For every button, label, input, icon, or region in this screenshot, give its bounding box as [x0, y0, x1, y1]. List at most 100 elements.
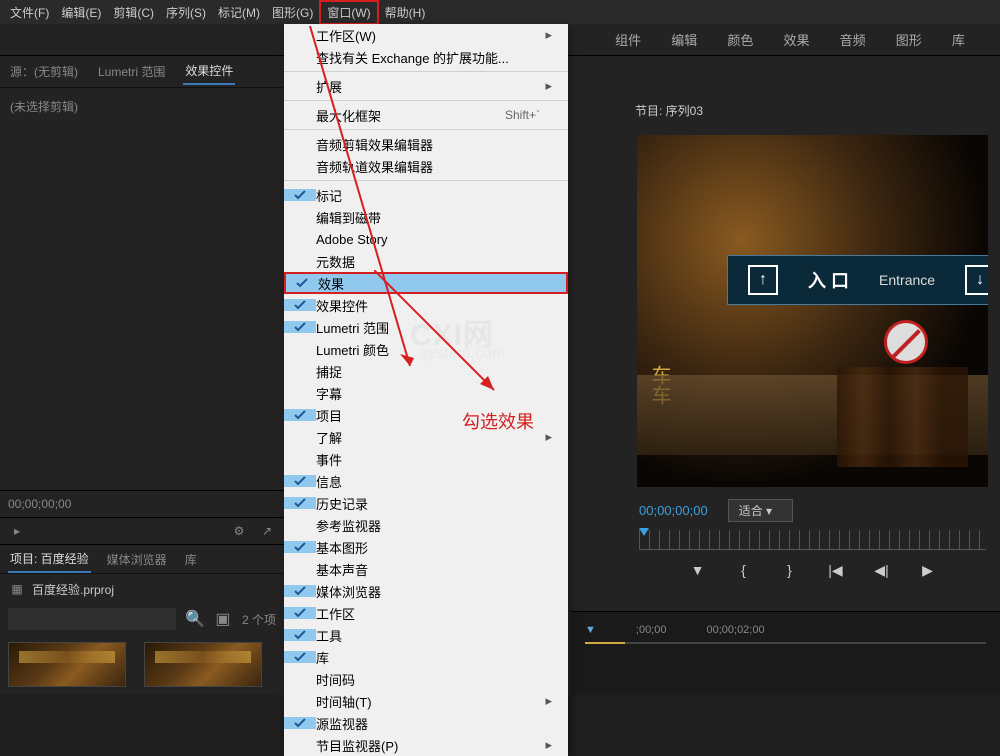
menu-item-label: 时间码 [316, 670, 540, 689]
tab-lumetri-scope[interactable]: Lumetri 范围 [96, 59, 167, 84]
menu-clip[interactable]: 剪辑(C) [107, 2, 160, 23]
project-item-2[interactable] [144, 642, 262, 687]
tab-effects[interactable]: 效果 [773, 24, 819, 55]
submenu-arrow-icon: ▸ [540, 693, 552, 709]
menu-item-[interactable]: 元数据 [284, 250, 568, 272]
menu-item-[interactable]: 源监视器 [284, 712, 568, 734]
project-search-input[interactable] [8, 608, 176, 630]
tab-source[interactable]: 源：(无剪辑) [8, 59, 80, 84]
tab-graphics[interactable]: 图形 [886, 24, 932, 55]
menu-item-p[interactable]: 节目监视器(P)▸ [284, 734, 568, 756]
menu-item-label: 元数据 [316, 252, 540, 271]
menu-item-[interactable]: 最大化框架Shift+` [284, 104, 568, 126]
tab-media-browser[interactable]: 媒体浏览器 [105, 547, 169, 572]
menu-item-[interactable]: 基本图形 [284, 536, 568, 558]
menu-item-label: 节目监视器(P) [316, 736, 540, 755]
folder-icon[interactable]: ▣ [214, 610, 232, 628]
program-scrubber[interactable] [639, 530, 986, 550]
export-icon[interactable]: ↗ [258, 522, 276, 540]
source-panel: 源：(无剪辑) Lumetri 范围 效果控件 (未选择剪辑) 00;00;00… [0, 56, 285, 695]
menu-item-label: 库 [316, 648, 540, 667]
menu-graphics[interactable]: 图形(G) [266, 2, 319, 23]
tab-editing[interactable]: 编辑 [661, 24, 707, 55]
tab-effect-controls[interactable]: 效果控件 [183, 58, 235, 85]
menu-separator [284, 129, 568, 130]
go-to-in-button[interactable]: |◀ [826, 562, 846, 579]
menu-item-t[interactable]: 时间轴(T)▸ [284, 690, 568, 712]
timeline-clip-bar[interactable] [585, 642, 625, 644]
tab-color[interactable]: 颜色 [717, 24, 763, 55]
menu-item-adobestory[interactable]: Adobe Story [284, 228, 568, 250]
menu-item-[interactable]: 时间码 [284, 668, 568, 690]
menu-shortcut: Shift+` [505, 108, 540, 122]
arrow-up-icon: ↑ [748, 265, 778, 295]
program-timecode[interactable]: 00;00;00;00 [639, 503, 708, 518]
menu-help[interactable]: 帮助(H) [379, 2, 432, 23]
program-preview[interactable]: 车车 ↑ 入 口 Entrance ↓ [637, 135, 988, 487]
menu-item-[interactable]: 信息 [284, 470, 568, 492]
menu-item-[interactable]: 基本声音 [284, 558, 568, 580]
menu-item-label: Lumetri 范围 [316, 318, 540, 337]
tab-libraries[interactable]: 库 [183, 547, 199, 572]
menu-item-label: 最大化框架 [316, 106, 505, 125]
search-icon[interactable]: 🔍 [186, 610, 204, 628]
check-icon [284, 607, 316, 619]
menu-item-[interactable]: 库 [284, 646, 568, 668]
menu-item-[interactable]: 工作区 [284, 602, 568, 624]
marker-icon[interactable]: ▸ [8, 522, 26, 540]
wrench-icon[interactable]: ⚙ [230, 522, 248, 540]
timeline-playhead-marker[interactable]: ▼ [585, 624, 596, 636]
submenu-arrow-icon: ▸ [540, 429, 552, 445]
menu-item-[interactable]: 扩展▸ [284, 75, 568, 97]
menu-item-label: 源监视器 [316, 714, 540, 733]
menu-item-[interactable]: 效果控件 [284, 294, 568, 316]
project-file-icon: ▦ [8, 580, 26, 598]
menu-item-[interactable]: 事件 [284, 448, 568, 470]
menu-item-[interactable]: 历史记录 [284, 492, 568, 514]
menu-marker[interactable]: 标记(M) [212, 2, 266, 23]
menu-item-[interactable]: 音频剪辑效果编辑器 [284, 133, 568, 155]
tab-assembly[interactable]: 组件 [605, 24, 651, 55]
tab-audio[interactable]: 音频 [830, 24, 876, 55]
tab-project[interactable]: 项目: 百度经验 [8, 546, 91, 573]
menu-item-label: 信息 [316, 472, 540, 491]
menu-item-lumetri[interactable]: Lumetri 范围 [284, 316, 568, 338]
entrance-sign: ↑ 入 口 Entrance ↓ [727, 255, 988, 305]
playhead-icon[interactable] [639, 528, 649, 536]
menu-item-[interactable]: 媒体浏览器 [284, 580, 568, 602]
out-point-button[interactable]: } [780, 562, 800, 579]
in-point-button[interactable]: { [734, 562, 754, 579]
submenu-arrow-icon: ▸ [540, 27, 552, 43]
menu-item-lumetri[interactable]: Lumetri 颜色 [284, 338, 568, 360]
check-icon [284, 189, 316, 201]
arrow-down-icon: ↓ [965, 265, 988, 295]
menu-item-label: 效果 [318, 274, 538, 293]
menu-item-[interactable]: 参考监视器 [284, 514, 568, 536]
menu-item-[interactable]: 工具 [284, 624, 568, 646]
check-icon [284, 321, 316, 333]
menu-item-label: 标记 [316, 186, 540, 205]
menu-item-exchange[interactable]: 查找有关 Exchange 的扩展功能... [284, 46, 568, 68]
menu-file[interactable]: 文件(F) [4, 2, 55, 23]
menu-item-label: 参考监视器 [316, 516, 540, 535]
submenu-arrow-icon: ▸ [540, 737, 552, 753]
menu-window[interactable]: 窗口(W) [319, 0, 378, 25]
menu-item-[interactable]: 效果 [284, 272, 568, 294]
step-back-button[interactable]: ◀| [872, 562, 892, 579]
effect-controls-body: (未选择剪辑) [0, 88, 284, 490]
menu-item-[interactable]: 捕捉 [284, 360, 568, 382]
timeline-ruler[interactable]: ▼ ;00;00 00;00;02;00 [571, 612, 1000, 640]
menu-item-[interactable]: 编辑到磁带 [284, 206, 568, 228]
play-button[interactable]: ▶ [918, 562, 938, 579]
zoom-fit-select[interactable]: 适合 ▾ [728, 499, 793, 522]
menu-item-w[interactable]: 工作区(W)▸ [284, 24, 568, 46]
check-icon [286, 277, 318, 289]
menu-edit[interactable]: 编辑(E) [55, 2, 107, 23]
add-marker-button[interactable]: ▼ [688, 562, 708, 579]
menu-sequence[interactable]: 序列(S) [160, 2, 212, 23]
menu-item-[interactable]: 标记 [284, 184, 568, 206]
menu-item-[interactable]: 字幕 [284, 382, 568, 404]
project-item-1[interactable] [8, 642, 126, 687]
menu-item-[interactable]: 音频轨道效果编辑器 [284, 155, 568, 177]
tab-library[interactable]: 库 [942, 24, 975, 55]
